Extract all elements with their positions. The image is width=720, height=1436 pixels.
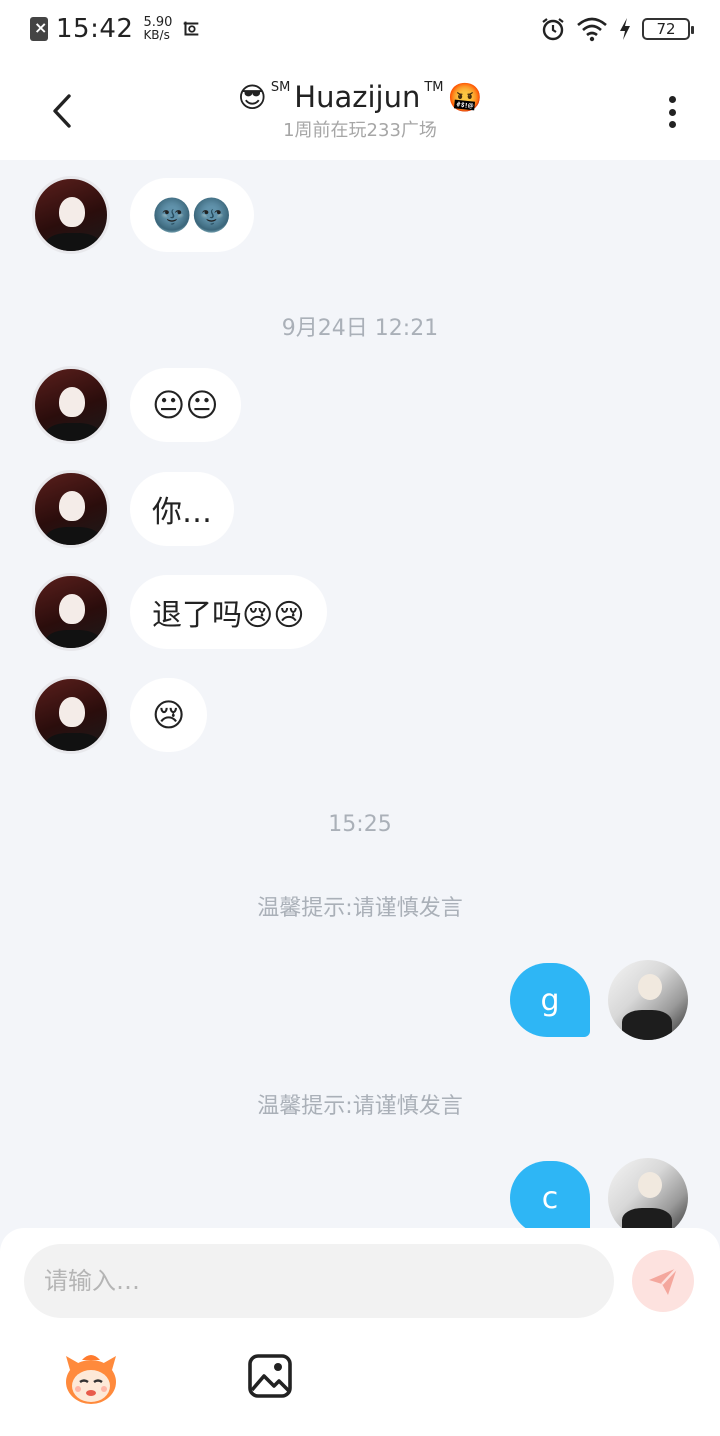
message-bubble[interactable]: 你… [130, 472, 234, 546]
more-options-button[interactable] [652, 90, 692, 134]
own-avatar[interactable] [608, 960, 688, 1040]
battery-indicator: 72 [642, 18, 694, 40]
message-row: 退了吗😢😢 [32, 573, 327, 651]
mascot-emoji-icon [66, 1355, 116, 1404]
message-bubble[interactable]: 😐😐 [130, 368, 241, 442]
own-avatar[interactable] [608, 1158, 688, 1230]
message-row: 😢 [32, 676, 208, 754]
message-row-own: c [510, 1158, 688, 1230]
safety-tip: 温馨提示:请谨慎发言 [257, 896, 463, 921]
charging-icon [620, 18, 630, 40]
message-bubble[interactable]: 😢 [130, 678, 208, 752]
safety-tip: 温馨提示:请谨慎发言 [257, 1094, 463, 1119]
message-row: 🌚🌚 [32, 176, 254, 254]
last-active-subtitle: 1周前在玩233广场 [283, 120, 437, 141]
own-message-bubble[interactable]: c [510, 1161, 590, 1230]
contact-avatar[interactable] [32, 176, 110, 254]
message-row: 😐😐 [32, 366, 241, 444]
message-list[interactable]: 🌚🌚 9月24日 12:21 😐😐 你… 退了吗😢😢 😢 15:25 温馨提示:… [0, 160, 720, 1230]
paper-plane-icon [649, 1267, 678, 1295]
message-bubble[interactable]: 退了吗😢😢 [130, 575, 327, 649]
alarm-icon [542, 18, 564, 41]
no-sim-icon [30, 17, 48, 41]
image-icon [248, 1354, 292, 1398]
network-speed: 5.90 KB/s [143, 15, 173, 42]
send-button[interactable] [632, 1250, 694, 1312]
composer [0, 1228, 720, 1436]
contact-avatar[interactable] [32, 470, 110, 548]
emoji-button[interactable] [60, 1348, 122, 1410]
timestamp-label: 15:25 [328, 812, 392, 837]
chat-header: 😎 SM Huazijun TM 🤬 1周前在玩233广场 [0, 64, 720, 160]
more-vertical-icon [668, 96, 676, 103]
wifi-icon [577, 17, 607, 42]
title-block: 😎 SM Huazijun TM 🤬 1周前在玩233广场 [0, 80, 720, 142]
status-time: 15:42 [56, 14, 134, 44]
message-bubble[interactable]: 🌚🌚 [130, 178, 254, 252]
message-row-own: g [510, 960, 688, 1040]
contact-avatar[interactable] [32, 366, 110, 444]
contact-avatar[interactable] [32, 573, 110, 651]
message-input[interactable] [24, 1244, 614, 1318]
own-message-bubble[interactable]: g [510, 963, 590, 1037]
status-bar: 15:42 5.90 KB/s 72 [0, 0, 720, 64]
contact-avatar[interactable] [32, 676, 110, 754]
page-title: 😎 SM Huazijun TM 🤬 [237, 79, 483, 115]
message-row: 你… [32, 470, 234, 548]
screenshot-icon [184, 21, 199, 36]
timestamp-label: 9月24日 12:21 [281, 316, 439, 341]
image-button[interactable] [246, 1352, 294, 1400]
